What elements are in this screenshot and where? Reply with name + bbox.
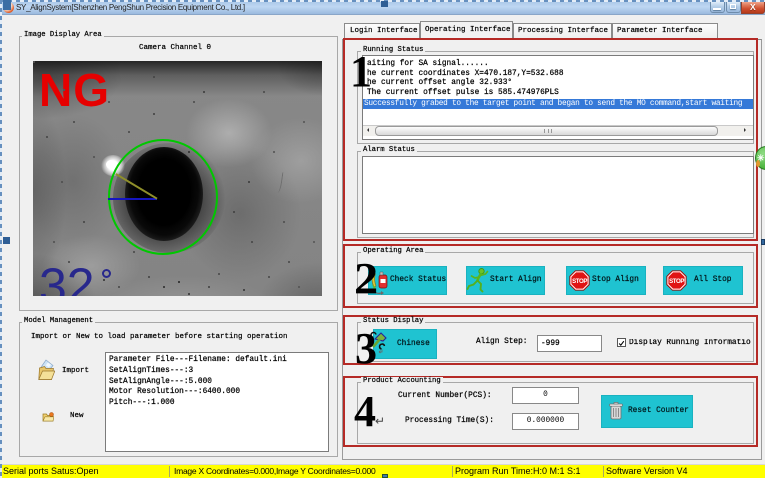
svg-text:STOP: STOP [669,278,684,285]
svg-text:STOP: STOP [572,278,587,285]
